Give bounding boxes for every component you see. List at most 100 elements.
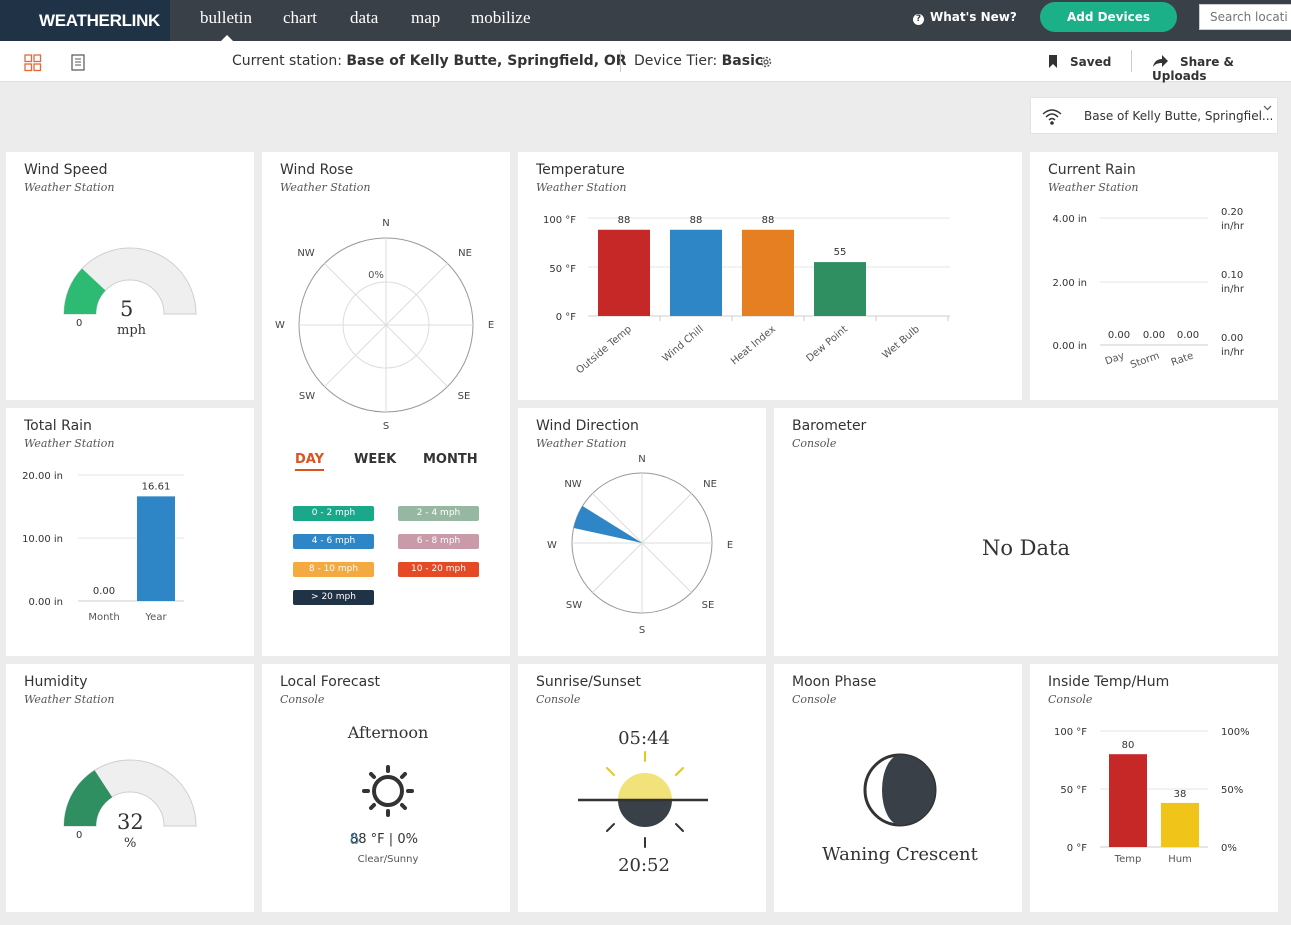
y-tick-label: 100 °F [543,215,576,226]
station-label: Current station: [232,53,342,69]
compass-label: SE [458,391,471,402]
inside-bar [1161,802,1199,847]
y2-tick-label: 0.10 [1221,270,1243,281]
x-tick-label: Rate [1170,350,1195,368]
saved-button[interactable]: Saved [1048,55,1111,69]
data-label: 0.00 [1143,330,1165,341]
compass-label: NE [703,479,717,490]
add-devices-button[interactable]: Add Devices [1040,2,1177,32]
search-input[interactable] [1199,4,1291,30]
temperature-card: Temperature Weather Station 100 °F 50 °F… [518,152,1022,400]
card-title: Barometer [792,418,867,434]
raindrop-icon [350,832,359,844]
temperature-bar [814,262,866,316]
share-arrow-icon [1153,55,1168,67]
wind-rose-card: Wind Rose Weather Station N NE E SE S SW… [262,152,510,656]
compass-label: W [275,320,285,331]
data-label: 0.00 [1108,330,1130,341]
station-bar: Current station: Base of Kelly Butte, Sp… [0,41,1291,83]
divider [620,50,621,72]
data-label: 80 [1122,740,1135,751]
y2-tick-label: 0% [1221,843,1237,854]
list-view-icon[interactable] [71,54,85,71]
wind-direction-sector [573,506,642,543]
legend-2-4mph: 2 - 4 mph [398,506,479,521]
gauge-min-label: 0 [76,318,83,329]
total-rain-card: Total Rain Weather Station 20.00 in 10.0… [6,408,254,656]
wind-speed-gauge [63,247,197,315]
moon-waning-crescent-icon [863,753,937,827]
sunset-time: 20:52 [618,855,670,876]
y-tick-label: 4.00 in [1052,214,1087,225]
data-label: 88 [618,215,631,226]
data-label: 16.61 [142,481,171,492]
data-label: 55 [834,247,847,258]
temperature-bar [670,229,722,316]
nav-map[interactable]: map [411,8,440,28]
tab-day[interactable]: DAY [295,452,325,471]
tab-week[interactable]: WEEK [354,452,396,467]
data-label: 38 [1174,789,1187,800]
compass-label: E [727,540,733,551]
card-subtitle: Console [792,437,837,450]
humidity-unit: % [124,836,137,851]
share-uploads-button[interactable]: Share & Uploads [1152,55,1291,83]
temperature-bar [598,229,650,316]
compass-label: W [547,540,557,551]
y-tick-label: 50 °F [549,264,576,275]
wifi-location-icon [1042,109,1062,125]
compass-label: S [383,421,389,432]
inside-bar [1109,754,1147,847]
barometer-card: Barometer Console No Data [774,408,1278,656]
x-tick-label: Storm [1129,350,1161,371]
moon-phase-card: Moon Phase Console Waning Crescent [774,664,1022,912]
x-tick-label: Year [144,612,167,623]
y-tick-label: 50 °F [1060,785,1087,796]
x-tick-label: Month [88,612,119,623]
humidity-card: Humidity Weather Station 32 % 0 [6,664,254,912]
current-rain-chart: 4.00 in 2.00 in 0.00 in 0.20 in/hr 0.10 … [1052,207,1245,371]
y-tick-label: 0.00 in [28,597,63,608]
legend-6-8mph: 6 - 8 mph [398,534,479,549]
nav-mobilize[interactable]: mobilize [471,8,530,28]
temperature-bar-chart: 100 °F 50 °F 0 °F 88 Outside Temp 88 Wind C… [543,215,950,376]
chevron-down-icon [1263,105,1272,111]
tab-month[interactable]: MONTH [423,452,478,467]
nav-bulletin[interactable]: bulletin [200,8,252,28]
compass-label: SW [299,391,315,402]
compass-label: SE [702,600,715,611]
current-rain-card: Current Rain Weather Station 4.00 in 2.0… [1030,152,1278,400]
humidity-gauge [63,759,197,827]
settings-gear-icon[interactable] [759,55,773,69]
y2-tick-label: 0.20 [1221,207,1243,218]
grid-view-icon[interactable] [24,54,42,72]
station-name: Base of Kelly Butte, Springfield, OR [346,53,627,69]
x-tick-label: Heat Index [729,324,778,367]
wind-speed-unit: mph [117,323,147,338]
y-tick-label: 100 °F [1054,727,1087,738]
wind-speed-value: 5 [120,297,134,321]
y2-tick-unit: in/hr [1221,221,1245,232]
compass-label: S [639,625,645,636]
legend-10-20mph: 10 - 20 mph [398,562,479,577]
y2-tick-unit: in/hr [1221,347,1245,358]
humidity-value: 32 [117,810,144,834]
weatherlink-logo[interactable]: WEATHERLINK [0,0,170,41]
x-tick-label: Outside Temp [574,324,634,376]
nav-chart[interactable]: chart [283,8,317,28]
station-select[interactable]: Base of Kelly Butte, Springfiel... [1030,97,1278,134]
data-label: 88 [762,215,775,226]
forecast-temp-line: 88 °F | 0% [350,832,418,847]
compass-label: NW [564,479,581,490]
tier-value: Basic [721,53,764,69]
compass-label: NE [458,248,472,259]
x-tick-label: Wind Chill [661,324,706,365]
sunny-icon [362,765,414,817]
sunrise-sunset-card: Sunrise/Sunset Console 05:44 20:52 [518,664,766,912]
moon-phase-name: Waning Crescent [822,844,978,865]
nav-data[interactable]: data [350,8,378,28]
rain-bar [137,496,175,601]
divider [1131,50,1132,72]
whats-new-link[interactable]: ? What's New? [913,10,1017,25]
legend-0-2mph: 0 - 2 mph [293,506,374,521]
